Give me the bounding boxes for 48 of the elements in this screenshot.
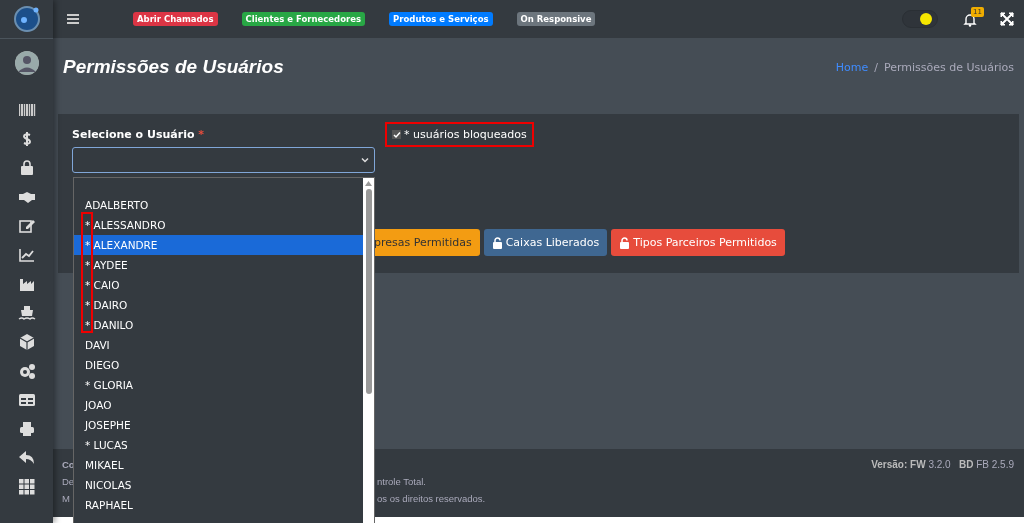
dropdown-option[interactable]: DIEGO	[74, 355, 363, 375]
cube-icon[interactable]	[17, 332, 36, 351]
blocked-users-checkbox[interactable]: * usuários bloqueados	[385, 122, 534, 147]
dropdown-option[interactable]: RAPHAEL	[74, 495, 363, 515]
nav-link-badge[interactable]: On Responsive	[516, 12, 596, 26]
dropdown-option[interactable]: * DAIRO	[74, 295, 363, 315]
ship-icon[interactable]	[17, 303, 36, 322]
page-title: Permissões de Usuários	[63, 56, 284, 78]
avatar[interactable]	[14, 51, 39, 75]
scroll-up-icon[interactable]	[365, 181, 372, 186]
dropdown-option[interactable]: DAVI	[74, 335, 363, 355]
dropdown-option[interactable]: JOSEPHE	[74, 415, 363, 435]
unlock-icon	[619, 236, 631, 249]
dropdown-option[interactable]: JOAO	[74, 395, 363, 415]
dropdown-option[interactable]: * LUCAS	[74, 435, 363, 455]
dropdown-option[interactable]: MIKAEL	[74, 455, 363, 475]
printer-icon[interactable]	[17, 419, 36, 438]
footer-text: M	[62, 492, 70, 504]
breadcrumb-separator: /	[874, 60, 878, 74]
caret-icon	[361, 156, 369, 164]
footer-text: De	[62, 475, 75, 487]
dropdown-option[interactable]: * AYDEE	[74, 255, 363, 275]
field-label: Selecione o Usuário *	[72, 128, 206, 141]
dropdown-option[interactable]: * ALEXANDRE	[74, 235, 363, 255]
dropdown-option[interactable]: * DANILO	[74, 315, 363, 335]
dropdown-option[interactable]: * GLORIA	[74, 375, 363, 395]
gears-icon[interactable]	[17, 361, 36, 380]
user-select[interactable]	[72, 147, 375, 173]
fullscreen-icon[interactable]	[1000, 12, 1014, 26]
nav-link-badge[interactable]: Abrir Chamados	[133, 12, 218, 26]
menu-icon[interactable]	[67, 14, 79, 24]
theme-toggle[interactable]	[902, 10, 938, 28]
dropdown-option[interactable]: ADALBERTO	[74, 195, 363, 215]
logo-icon[interactable]	[11, 4, 42, 34]
footer-text: os os direitos reservados.	[377, 492, 486, 504]
dropdown-option[interactable]: * CAIO	[74, 275, 363, 295]
footer-text: ntrole Total.	[377, 475, 426, 487]
scrollbar[interactable]	[363, 178, 374, 523]
permission-button[interactable]: Tipos Parceiros Permitidos	[611, 229, 785, 256]
check-icon	[392, 130, 401, 139]
unlock-icon	[491, 236, 503, 249]
permission-button[interactable]: Caixas Liberados	[483, 229, 608, 256]
bell-icon[interactable]	[963, 13, 977, 27]
dropdown-option[interactable]: NICOLAS	[74, 475, 363, 495]
nav-link-badge[interactable]: Produtos e Serviços	[389, 12, 493, 26]
version-text: Versão: FW 3.2.0 BD FB 2.5.9	[871, 458, 1014, 470]
breadcrumb-current: Permissões de Usuários	[883, 60, 1014, 74]
grid-icon[interactable]	[17, 477, 36, 496]
